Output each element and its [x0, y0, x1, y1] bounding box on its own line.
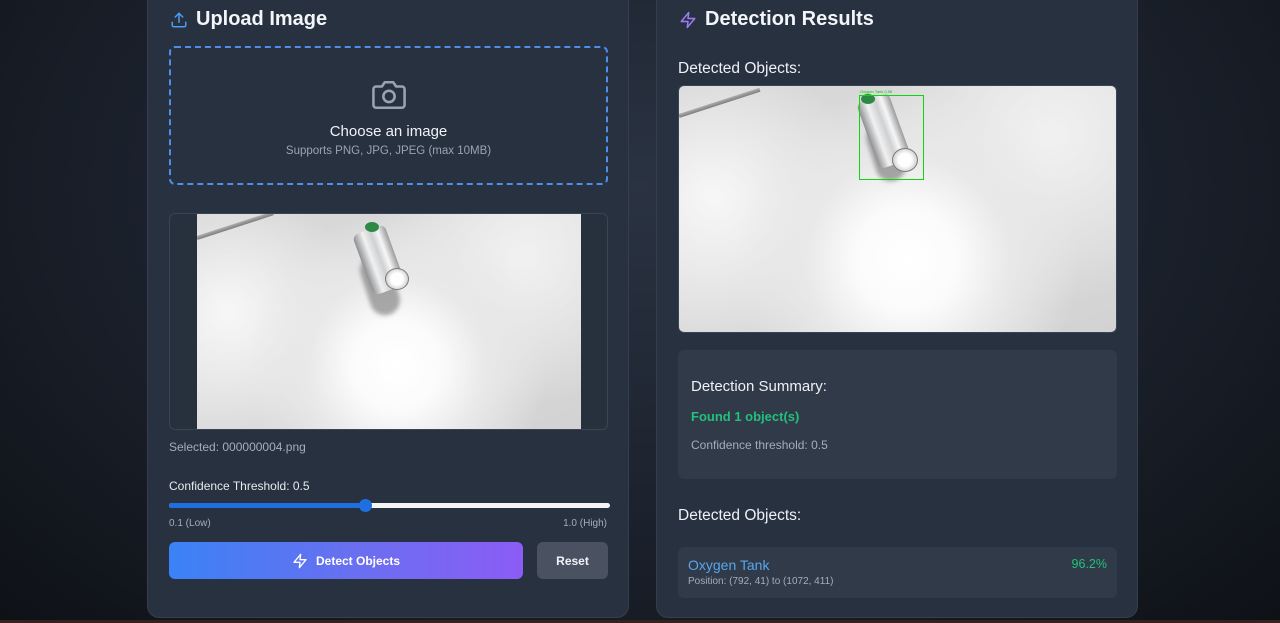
bounding-box: Oxygen Tank 0.96 — [859, 89, 924, 180]
selected-file-name: Selected: 000000004.png — [169, 440, 306, 454]
reset-button[interactable]: Reset — [537, 542, 608, 579]
preview-image — [197, 214, 581, 429]
lightning-icon — [293, 553, 307, 568]
image-preview — [169, 213, 608, 430]
detection-result-image: Oxygen Tank 0.96 — [678, 85, 1117, 333]
upload-title-text: Upload Image — [196, 8, 328, 30]
detect-objects-button[interactable]: Detect Objects — [169, 542, 523, 579]
detected-objects-image-heading: Detected Objects: — [678, 60, 802, 77]
slider-max-label: 1.0 (High) — [563, 518, 607, 529]
upload-icon — [171, 12, 187, 27]
object-confidence: 96.2% — [1071, 557, 1107, 571]
slider-thumb[interactable] — [359, 499, 372, 512]
summary-found-count: Found 1 object(s) — [691, 409, 800, 424]
lightning-icon — [680, 11, 696, 28]
upload-panel: Upload Image Choose an image Supports PN… — [147, 0, 629, 618]
file-type-hint: Supports PNG, JPG, JPEG (max 10MB) — [285, 145, 492, 157]
results-panel: Detection Results Detected Objects: Oxyg… — [656, 0, 1138, 618]
summary-title: Detection Summary: — [691, 378, 827, 395]
list-item: Oxygen Tank 96.2% Position: (792, 41) to… — [678, 547, 1117, 598]
slider-min-label: 0.1 (Low) — [169, 518, 211, 529]
object-name: Oxygen Tank — [688, 557, 770, 573]
confidence-threshold-slider[interactable] — [169, 499, 610, 512]
camera-icon — [371, 80, 406, 110]
upload-panel-title: Upload Image — [170, 8, 327, 31]
object-position: Position: (792, 41) to (1072, 411) — [688, 576, 834, 587]
detect-objects-label: Detect Objects — [315, 553, 401, 568]
choose-image-text: Choose an image — [329, 123, 448, 140]
detected-objects-list-heading: Detected Objects: — [678, 507, 802, 524]
confidence-threshold-label: Confidence Threshold: 0.5 — [169, 479, 310, 493]
slider-fill — [169, 503, 365, 508]
image-drop-zone[interactable]: Choose an image Supports PNG, JPG, JPEG … — [169, 46, 608, 185]
results-title-text: Detection Results — [705, 8, 874, 30]
bounding-box-label: Oxygen Tank 0.96 — [860, 89, 893, 94]
results-panel-title: Detection Results — [679, 8, 874, 31]
summary-threshold: Confidence threshold: 0.5 — [691, 438, 828, 452]
detection-summary-card: Detection Summary: Found 1 object(s) Con… — [678, 350, 1117, 479]
annotated-image: Oxygen Tank 0.96 — [679, 86, 1116, 332]
